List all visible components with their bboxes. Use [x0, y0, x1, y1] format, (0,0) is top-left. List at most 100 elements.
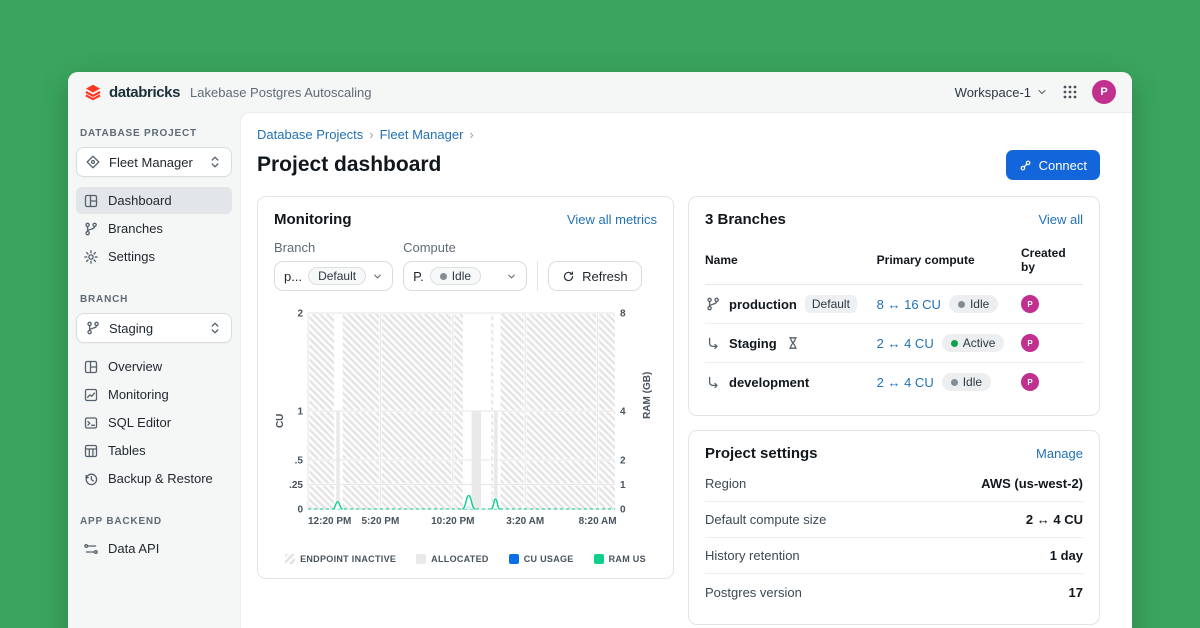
monitoring-title: Monitoring	[274, 211, 352, 228]
sidebar-section-label: APP BACKEND	[80, 516, 162, 527]
sidebar-section: APP BACKEND Data API	[76, 510, 232, 562]
project-settings-title: Project settings	[705, 445, 818, 462]
breadcrumb-database-projects[interactable]: Database Projects	[257, 127, 363, 142]
creator-avatar[interactable]: P	[1021, 373, 1039, 391]
table-icon	[83, 443, 99, 459]
branch-row-development: development 2 ↔ 4 CU Idle P	[705, 363, 1083, 402]
git-branch-icon	[83, 221, 99, 237]
workspace-switcher[interactable]: Workspace-1	[955, 85, 1048, 100]
svg-text:10:20 PM: 10:20 PM	[431, 516, 474, 527]
branches-col-name: Name	[705, 240, 877, 285]
app-grid-icon[interactable]	[1062, 84, 1078, 100]
branch-row-production: production Default 8 ↔ 16 CU Idle P	[705, 284, 1083, 324]
refresh-label: Refresh	[582, 268, 628, 284]
compute-select-value: P.	[413, 268, 424, 284]
refresh-button[interactable]: Refresh	[548, 261, 642, 291]
svg-text:8:20 AM: 8:20 AM	[579, 516, 617, 527]
status-badge: Idle	[941, 373, 992, 391]
compute-size-link[interactable]: 2 ↔ 4 CU	[877, 375, 934, 390]
selector-value: Fleet Manager	[109, 154, 193, 170]
line-chart-icon	[83, 387, 99, 403]
compute-select[interactable]: P. Idle	[403, 261, 528, 291]
sidebar-section-label: DATABASE PROJECT	[80, 128, 197, 139]
compute-filter-label: Compute	[403, 240, 456, 255]
sidebar-item-sql-editor[interactable]: SQL Editor	[76, 409, 232, 436]
corner-arrow-icon	[705, 335, 721, 351]
idle-dot	[439, 272, 447, 280]
databricks-logo[interactable]: databricks	[84, 83, 180, 101]
legend-item-endpoint-inactive: ENDPOINT INACTIVE	[285, 554, 396, 564]
sidebar-item-branches[interactable]: Branches	[76, 215, 232, 242]
grid-window-icon	[83, 359, 99, 375]
compute-size-link[interactable]: 8 ↔ 16 CU	[877, 297, 941, 312]
view-all-branches-link[interactable]: View all	[1038, 212, 1083, 227]
connect-label: Connect	[1038, 157, 1087, 173]
manage-link[interactable]: Manage	[1036, 446, 1083, 461]
chart-legend: ENDPOINT INACTIVE ALLOCATED CU USAGE RAM US	[274, 554, 657, 564]
compute-size-link[interactable]: 2 ↔ 4 CU	[877, 336, 934, 351]
settings-value: 17	[1068, 584, 1083, 600]
sidebar-selector-staging[interactable]: Staging	[76, 313, 232, 343]
default-badge: Default	[804, 295, 857, 313]
swap-icon	[83, 541, 99, 557]
creator-avatar[interactable]: P	[1021, 295, 1039, 313]
status-badge: Active	[941, 334, 1005, 352]
svg-text:2: 2	[620, 456, 626, 467]
sidebar-item-settings[interactable]: Settings	[76, 243, 232, 270]
svg-text:RAM (GB): RAM (GB)	[642, 372, 653, 419]
filter-divider	[537, 261, 539, 291]
creator-avatar[interactable]: P	[1021, 334, 1039, 352]
connect-button[interactable]: Connect	[1005, 150, 1100, 180]
sidebar-item-backup-restore[interactable]: Backup & Restore	[76, 465, 232, 492]
sidebar-section-label: BRANCH	[80, 294, 129, 305]
branches-title: 3 Branches	[705, 211, 786, 228]
terminal-icon	[83, 415, 99, 431]
monitoring-card: Monitoring View all metrics Branch p... …	[257, 196, 674, 579]
branch-name[interactable]: development	[729, 375, 809, 390]
hatch-swatch	[285, 554, 296, 564]
refresh-icon	[562, 270, 575, 283]
settings-row-postgres-version: Postgres version 17	[705, 574, 1083, 610]
branch-name[interactable]: production	[729, 297, 797, 312]
settings-value: 2 ↔ 4 CU	[1025, 512, 1083, 527]
settings-row-region: Region AWS (us-west-2)	[705, 466, 1083, 502]
grid-window-icon	[83, 193, 99, 209]
chevron-updown-icon	[207, 154, 223, 170]
svg-text:3:20 AM: 3:20 AM	[506, 516, 544, 527]
sidebar-selector-fleet-manager[interactable]: Fleet Manager	[76, 147, 232, 177]
svg-text:1: 1	[620, 480, 626, 491]
sidebar-section: DATABASE PROJECT Fleet Manager Dashboard Br…	[76, 122, 232, 270]
chevron-updown-icon	[207, 320, 223, 336]
sidebar-item-overview[interactable]: Overview	[76, 353, 232, 380]
chevron-down-icon	[506, 271, 517, 282]
topbar: databricks Lakebase Postgres Autoscaling…	[68, 72, 1132, 112]
autoscaling-chart: 0 .25 .5 1 2 0 1 2 4 8 12:20 PM 5:20 PM 10:20 PM 3:20…	[274, 303, 657, 564]
branch-default-pill: Default	[308, 267, 367, 285]
gear-icon	[83, 249, 99, 265]
user-avatar[interactable]: P	[1092, 80, 1116, 104]
svg-text:0: 0	[620, 505, 626, 516]
branch-select[interactable]: p... Default	[274, 261, 394, 291]
sidebar-item-monitoring[interactable]: Monitoring	[76, 381, 232, 408]
branch-row-Staging: Staging 2 ↔ 4 CU Active P	[705, 323, 1083, 363]
svg-text:.5: .5	[295, 456, 304, 467]
breadcrumb-separator: ›	[469, 127, 474, 142]
svg-text:8: 8	[620, 309, 626, 320]
breadcrumb-fleet-manager[interactable]: Fleet Manager	[380, 127, 464, 142]
svg-text:1: 1	[297, 407, 303, 418]
view-all-metrics-link[interactable]: View all metrics	[567, 212, 657, 227]
sidebar-item-dashboard[interactable]: Dashboard	[76, 187, 232, 214]
branch-filter-label: Branch	[274, 240, 316, 255]
sidebar-item-tables[interactable]: Tables	[76, 437, 232, 464]
project-settings-card: Project settings Manage Region AWS (us-we…	[688, 430, 1100, 625]
branch-name[interactable]: Staging	[729, 336, 777, 351]
branches-col-created-by: Created by	[1021, 240, 1083, 285]
breadcrumb-separator: ›	[369, 127, 374, 142]
sidebar-item-data-api[interactable]: Data API	[76, 535, 232, 562]
chart-canvas: 0 .25 .5 1 2 0 1 2 4 8 12:20 PM 5:20 PM 10:20 PM 3:20…	[275, 309, 653, 528]
sidebar-item-label: SQL Editor	[108, 415, 172, 430]
sidebar-item-label: Overview	[108, 359, 163, 374]
app-title: Lakebase Postgres Autoscaling	[190, 84, 372, 100]
svg-text:0: 0	[297, 505, 303, 516]
sidebar: DATABASE PROJECT Fleet Manager Dashboard Br…	[68, 112, 240, 628]
